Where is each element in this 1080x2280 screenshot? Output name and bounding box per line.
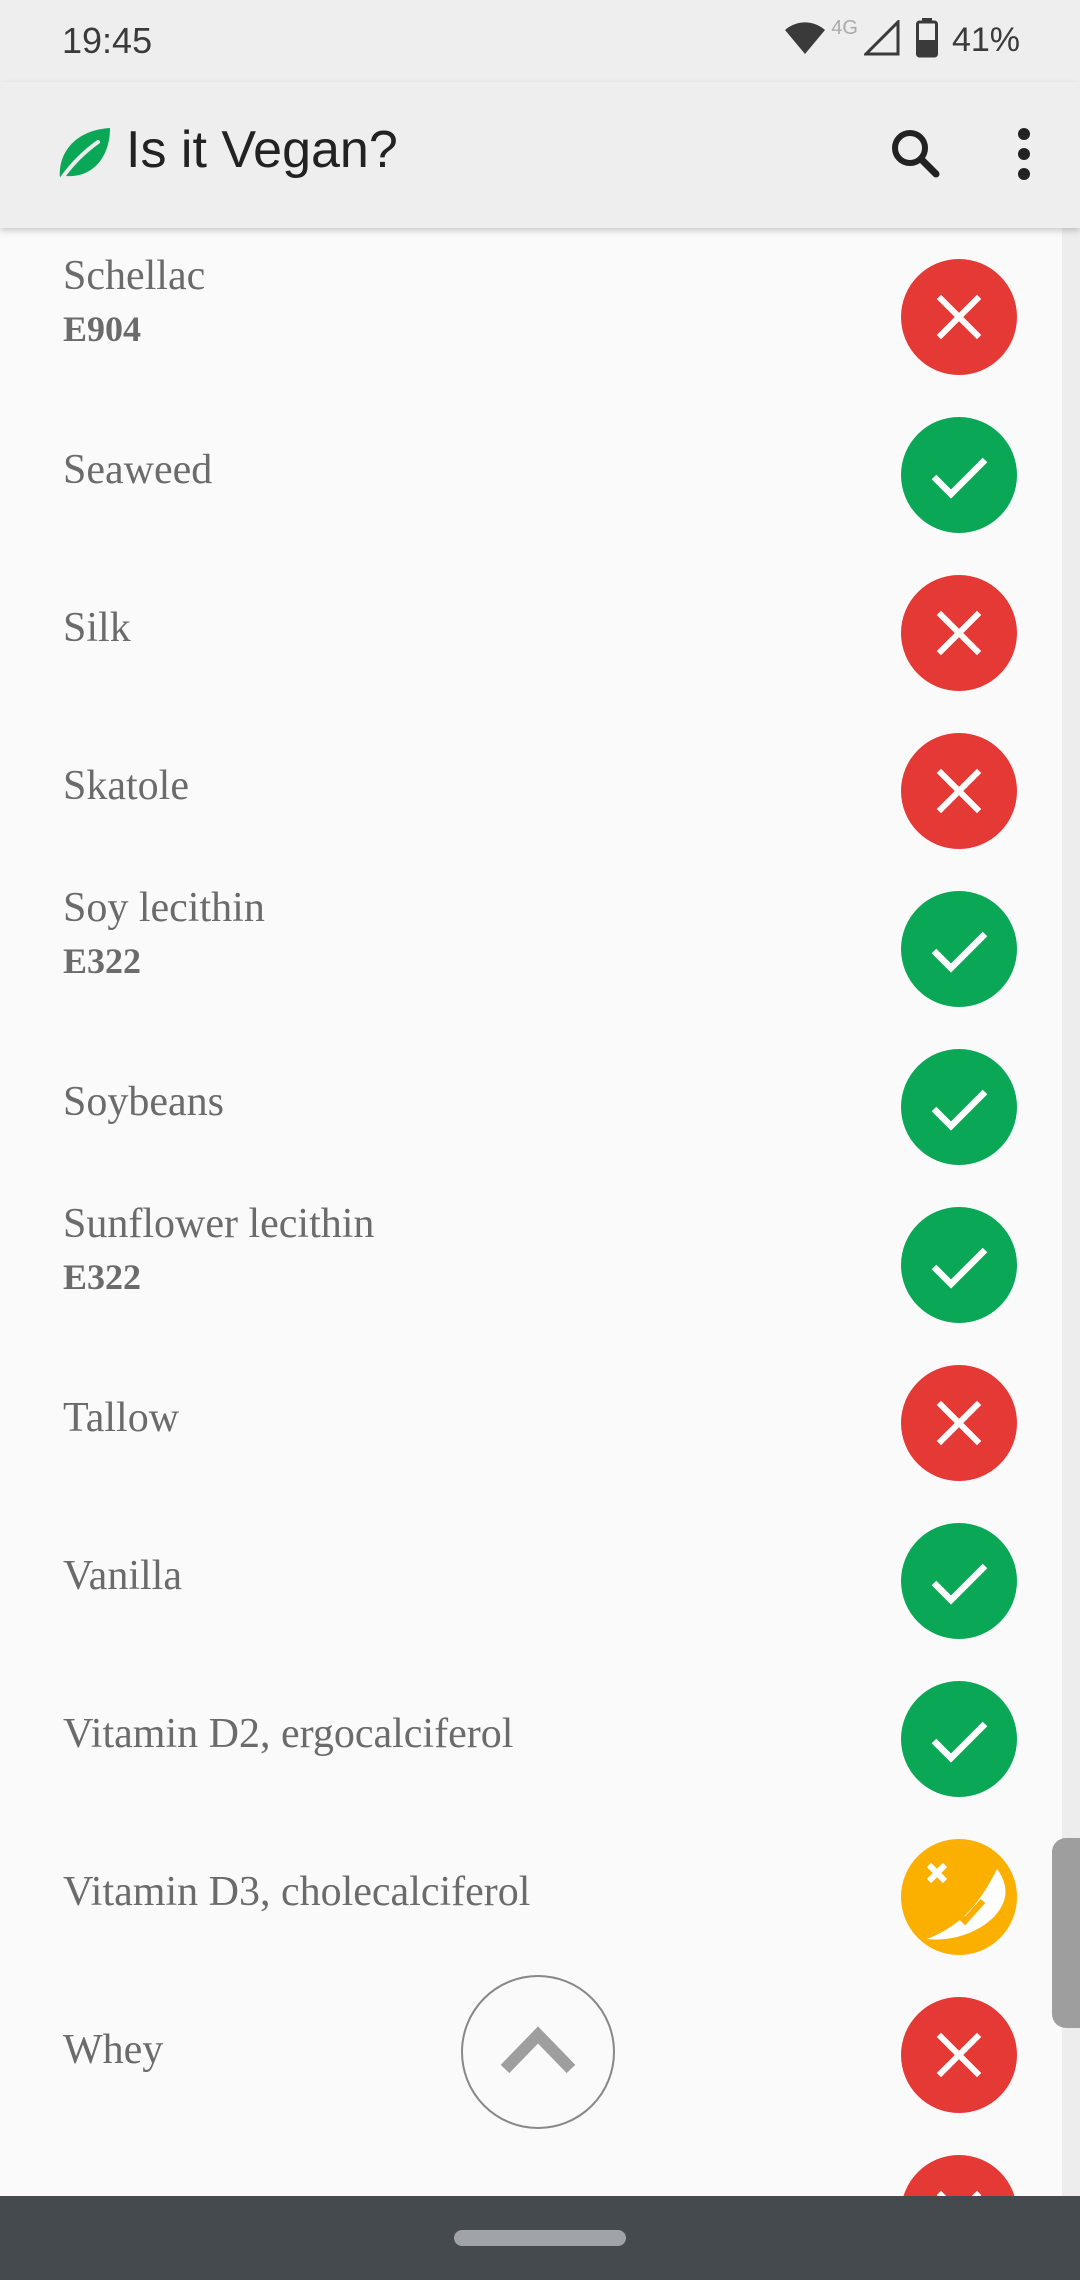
ingredient-name: Sunflower lecithin: [63, 1201, 375, 1247]
ingredient-row[interactable]: Soy lecithin E322: [0, 870, 1060, 1028]
ingredient-row[interactable]: Seaweed: [0, 396, 1060, 554]
check-icon: [901, 1207, 1017, 1323]
status-icons: 4G 41%: [783, 16, 1020, 63]
app-bar: Is it Vegan?: [0, 82, 1080, 228]
ingredient-row[interactable]: Schellac E904: [0, 238, 1060, 396]
signal-icon: [862, 17, 900, 61]
ingredient-row[interactable]: Silk: [0, 554, 1060, 712]
network-type: 4G: [831, 16, 858, 39]
battery-percent: 41%: [951, 20, 1020, 59]
ingredient-row[interactable]: Vitamin D2, ergocalciferol: [0, 1660, 1060, 1818]
close-icon: [901, 575, 1017, 691]
status-badge-not-vegan[interactable]: [901, 2155, 1017, 2196]
status-badge-vegan[interactable]: [901, 417, 1017, 533]
maybe-icon: [901, 1839, 1017, 1955]
ingredient-ecode: E322: [63, 1257, 142, 1297]
ingredient-name: Vanilla: [63, 1553, 182, 1599]
more-vert-icon[interactable]: [1000, 122, 1048, 186]
status-badge-vegan[interactable]: [901, 891, 1017, 1007]
status-badge-not-vegan[interactable]: [901, 1365, 1017, 1481]
check-icon: [901, 1681, 1017, 1797]
search-icon[interactable]: [884, 122, 948, 186]
ingredient-list[interactable]: Schellac E904 Seaweed Silk Skatole Soy lecith…: [0, 228, 1080, 2196]
close-icon: [901, 259, 1017, 375]
status-badge-vegan[interactable]: [901, 1207, 1017, 1323]
status-badge-vegan[interactable]: [901, 1681, 1017, 1797]
ingredient-name: Skatole: [63, 763, 189, 809]
app-title: Is it Vegan?: [126, 121, 398, 179]
scroll-to-top-button[interactable]: [461, 1975, 615, 2129]
ingredient-name: Silk: [63, 605, 131, 651]
close-icon: [903, 2155, 1015, 2196]
ingredient-ecode: E904: [63, 309, 142, 349]
ingredient-row[interactable]: Skatole: [0, 712, 1060, 870]
system-nav-bar: [0, 2196, 1080, 2280]
close-icon: [901, 1365, 1017, 1481]
status-badge-not-vegan[interactable]: [901, 259, 1017, 375]
leaf-icon: [54, 124, 112, 182]
gesture-handle[interactable]: [454, 2230, 626, 2246]
status-badge-vegan[interactable]: [901, 1523, 1017, 1639]
ingredient-row[interactable]: Vitamin D3, cholecalciferol: [0, 1818, 1060, 1976]
close-icon: [901, 733, 1017, 849]
ingredient-row[interactable]: Vanilla: [0, 1502, 1060, 1660]
ingredient-name: Vitamin D3, cholecalciferol: [63, 1869, 531, 1915]
battery-icon: [915, 17, 938, 63]
chevron-up-icon: [500, 2026, 576, 2074]
status-badge-not-vegan[interactable]: [901, 575, 1017, 691]
ingredient-name: Whey: [63, 2027, 164, 2073]
status-badge-maybe[interactable]: [901, 1839, 1017, 1955]
ingredient-row[interactable]: Soybeans: [0, 1028, 1060, 1186]
ingredient-row[interactable]: Tallow: [0, 1344, 1060, 1502]
check-icon: [901, 417, 1017, 533]
ingredient-ecode: E322: [63, 941, 142, 981]
wifi-icon: [783, 18, 827, 63]
status-bar: 19:45 4G 41%: [0, 0, 1080, 82]
check-icon: [901, 891, 1017, 1007]
status-badge-vegan[interactable]: [901, 1049, 1017, 1165]
ingredient-name: Soy lecithin: [63, 885, 265, 931]
close-icon: [901, 1997, 1017, 2113]
scrollbar-thumb[interactable]: [1052, 1838, 1080, 2028]
check-icon: [901, 1523, 1017, 1639]
status-time: 19:45: [62, 20, 153, 61]
ingredient-row[interactable]: Sunflower lecithin E322: [0, 1186, 1060, 1344]
screen: 19:45 4G 41% Is it Vegan? Schellac E904 …: [0, 0, 1080, 2280]
check-icon: [901, 1049, 1017, 1165]
ingredient-name: Tallow: [63, 1395, 180, 1441]
ingredient-name: Soybeans: [63, 1079, 224, 1125]
ingredient-name: Vitamin D2, ergocalciferol: [63, 1711, 514, 1757]
ingredient-name: Schellac: [63, 253, 206, 299]
status-badge-not-vegan[interactable]: [901, 733, 1017, 849]
ingredient-name: Seaweed: [63, 447, 213, 493]
status-badge-not-vegan[interactable]: [901, 1997, 1017, 2113]
ingredient-row[interactable]: [0, 2134, 1060, 2196]
